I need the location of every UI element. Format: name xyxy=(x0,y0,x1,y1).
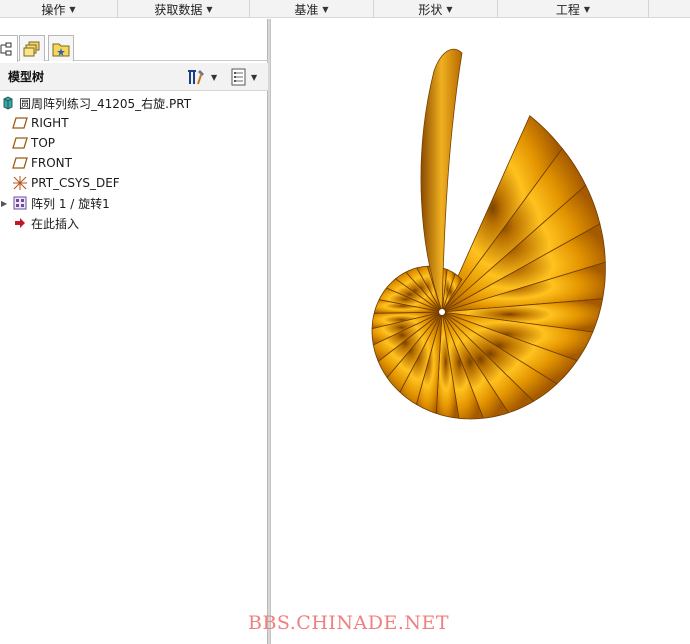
folder-browser-icon xyxy=(23,41,40,56)
tree-item-insert-here[interactable]: 在此插入 xyxy=(0,213,268,233)
menu-engineering[interactable]: 工程 ▼ xyxy=(498,0,649,18)
part-icon xyxy=(0,95,16,111)
menu-bar-filler xyxy=(649,0,690,18)
favorites-folder-icon xyxy=(52,43,70,56)
menu-get-data-label: 获取数据 xyxy=(154,2,203,17)
menu-bar: 操作 ▼ 获取数据 ▼ 基准 ▼ 形状 ▼ 工程 ▼ xyxy=(0,0,690,18)
navigator-panel: 模型树 ▼ ▼ 圆周阵列练习_41205_右旋.PRT RIGHT TOP FR… xyxy=(0,19,268,644)
tree-item-label: TOP xyxy=(31,136,56,150)
menu-datum-label: 基准 xyxy=(294,2,319,17)
datum-plane-icon xyxy=(12,115,28,131)
panel-splitter[interactable] xyxy=(268,19,271,644)
tab-folder-browser[interactable] xyxy=(19,35,45,61)
spiral-shell-model xyxy=(371,48,606,420)
menu-engineering-label: 工程 xyxy=(555,2,580,17)
chevron-down-icon: ▼ xyxy=(211,72,218,82)
tree-item-label: 在此插入 xyxy=(31,216,80,231)
watermark: BBS.CHINADE.NET xyxy=(248,612,450,634)
datum-plane-icon xyxy=(12,135,28,151)
model-tree-icon xyxy=(0,42,12,56)
tree-item-label: FRONT xyxy=(31,156,72,170)
pattern-icon xyxy=(12,195,28,211)
tree-item-pattern[interactable]: ▶ 阵列 1 / 旋转1 xyxy=(0,193,268,213)
tree-item-label: PRT_CSYS_DEF xyxy=(31,176,120,190)
graphics-viewport[interactable] xyxy=(272,19,690,644)
shell-chambers xyxy=(371,115,606,420)
tab-favorites[interactable] xyxy=(48,35,74,61)
datum-plane-icon xyxy=(12,155,28,171)
csys-icon xyxy=(12,175,28,191)
chevron-down-icon: ▼ xyxy=(583,4,591,14)
tree-item-label: RIGHT xyxy=(31,116,69,130)
menu-get-data[interactable]: 获取数据 ▼ xyxy=(118,0,250,18)
tree-item-top[interactable]: TOP xyxy=(0,133,268,153)
insert-here-arrow-icon xyxy=(12,215,28,231)
menu-operations[interactable]: 操作 ▼ xyxy=(0,0,118,18)
tree-item-front[interactable]: FRONT xyxy=(0,153,268,173)
tree-item-label: 阵列 1 / 旋转1 xyxy=(31,196,110,211)
tree-settings-button[interactable]: ▼ xyxy=(186,67,217,87)
navigator-tabs xyxy=(0,33,268,62)
chevron-down-icon: ▼ xyxy=(206,4,213,14)
tree-item-right[interactable]: RIGHT xyxy=(0,113,268,133)
tree-settings-icon xyxy=(188,70,204,85)
tree-show-button[interactable]: ▼ xyxy=(230,67,257,87)
tree-item-label: 圆周阵列练习_41205_右旋.PRT xyxy=(19,96,192,111)
chevron-down-icon: ▼ xyxy=(69,4,76,14)
model-tree-header: 模型树 ▼ ▼ xyxy=(0,63,268,91)
tree-columns-icon xyxy=(231,68,246,86)
menu-operations-label: 操作 xyxy=(41,2,66,17)
shell-umbilicus xyxy=(439,309,445,315)
tab-model-tree[interactable] xyxy=(0,35,18,62)
chevron-down-icon: ▼ xyxy=(446,4,453,14)
chevron-down-icon: ▼ xyxy=(251,72,258,82)
menu-shapes[interactable]: 形状 ▼ xyxy=(374,0,498,18)
model-tree-title: 模型树 xyxy=(8,70,45,84)
menu-datum[interactable]: 基准 ▼ xyxy=(250,0,374,18)
expand-arrow-icon[interactable]: ▶ xyxy=(1,199,7,208)
tree-item-part[interactable]: 圆周阵列练习_41205_右旋.PRT xyxy=(0,93,268,113)
tree-item-csys[interactable]: PRT_CSYS_DEF xyxy=(0,173,268,193)
model-tree: 圆周阵列练习_41205_右旋.PRT RIGHT TOP FRONT PRT_… xyxy=(0,93,268,233)
chevron-down-icon: ▼ xyxy=(322,4,329,14)
menu-shapes-label: 形状 xyxy=(418,2,443,17)
